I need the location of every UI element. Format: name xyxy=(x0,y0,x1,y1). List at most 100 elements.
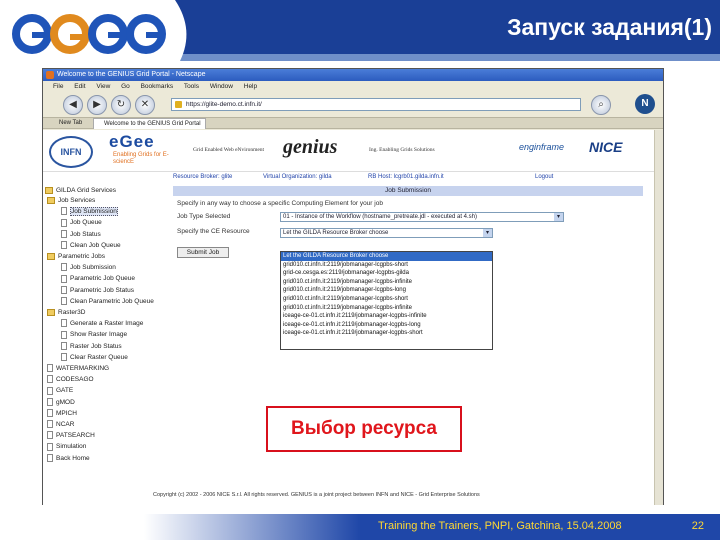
sidebar-item[interactable]: Raster3D xyxy=(47,308,85,318)
document-icon xyxy=(61,263,67,272)
sidebar-item[interactable]: Job Submission xyxy=(61,263,116,273)
sidebar-item[interactable]: Clear Raster Queue xyxy=(61,353,128,363)
footer-text: Training the Trainers, PNPI, Gatchina, 1… xyxy=(378,520,622,532)
sidebar-item[interactable]: NCAR xyxy=(47,420,74,430)
resource-option[interactable]: grid-ce.cesga.es:2119/jobmanager-lcgpbs-… xyxy=(281,269,492,278)
resource-option[interactable]: iceage-ce-01.ct.infn.it:2119/jobmanager-… xyxy=(281,329,492,338)
reload-icon[interactable]: ↻ xyxy=(111,95,131,115)
tab-genius-portal[interactable]: Welcome to the GENIUS Grid Portal xyxy=(93,118,206,129)
back-arrow-icon[interactable]: ◀ xyxy=(63,95,83,115)
job-submission-header: Job Submission xyxy=(173,186,643,196)
forward-arrow-icon[interactable]: ▶ xyxy=(87,95,107,115)
sidebar-item[interactable]: PATSEARCH xyxy=(47,431,95,441)
job-type-select[interactable]: 01 - Instance of the Workflow (hostname_… xyxy=(280,212,564,222)
sidebar-item[interactable]: Parametric Job Status xyxy=(61,285,134,296)
logout-link[interactable]: Logout xyxy=(535,174,553,180)
document-icon xyxy=(47,364,53,373)
enginframe-logo: enginframe xyxy=(519,142,565,152)
sidebar-item[interactable]: Show Raster Image xyxy=(61,330,127,340)
sidebar-item[interactable]: Job Submission xyxy=(61,207,118,217)
sidebar-item[interactable]: Clean Job Queue xyxy=(61,241,121,251)
tab-bar: New Tab Welcome to the GENIUS Grid Porta… xyxy=(43,118,663,129)
sidebar-item[interactable]: MPICH xyxy=(47,409,77,419)
virtual-organization-link[interactable]: Virtual Organization: gilda xyxy=(263,174,332,180)
address-bar[interactable]: https://glite-demo.ct.infn.it/ xyxy=(171,98,581,111)
page-number: 22 xyxy=(691,520,704,532)
lock-icon xyxy=(175,101,182,108)
document-icon xyxy=(61,319,67,328)
resource-option[interactable]: grid010.ct.infn.it:2119/jobmanager-lcgpb… xyxy=(281,286,492,295)
resource-option[interactable]: grid010.ct.infn.it:2119/jobmanager-lcgpb… xyxy=(281,261,492,270)
menu-go[interactable]: Go xyxy=(121,83,130,90)
sidebar-item-label: Job Submission xyxy=(70,207,118,217)
sidebar-item-label: NCAR xyxy=(56,421,75,428)
submit-job-button[interactable]: Submit Job xyxy=(177,247,229,258)
document-icon xyxy=(61,297,67,306)
stop-icon[interactable]: ✕ xyxy=(135,95,155,115)
nice-logo: NICE xyxy=(589,139,623,155)
sidebar-item[interactable]: Back Home xyxy=(47,453,90,464)
sidebar-item-label: Clear Raster Queue xyxy=(70,353,128,361)
sidebar-item-label: Raster Job Status xyxy=(70,342,122,350)
sidebar-item[interactable]: Job Queue xyxy=(61,218,102,228)
chevron-down-icon: ▾ xyxy=(554,213,563,221)
menu-window[interactable]: Window xyxy=(210,83,233,90)
document-icon xyxy=(47,386,53,395)
sidebar-item[interactable]: Clean Parametric Job Queue xyxy=(61,297,154,307)
document-icon xyxy=(61,341,67,350)
resource-option[interactable]: Let the GILDA Resource Broker choose xyxy=(281,252,492,261)
sidebar-item[interactable]: Job Status xyxy=(61,229,101,240)
menu-tools[interactable]: Tools xyxy=(184,83,199,90)
folder-icon xyxy=(47,196,55,204)
portal-top-nav: Resource Broker: glite Virtual Organizat… xyxy=(173,174,653,184)
document-icon xyxy=(61,229,67,238)
rb-host-link[interactable]: RB Host: lcgrb01.gilda.infn.it xyxy=(368,174,444,180)
menu-bookmarks[interactable]: Bookmarks xyxy=(141,83,174,90)
resource-option[interactable]: grid010.ct.infn.it:2119/jobmanager-lcgpb… xyxy=(281,278,492,287)
netscape-logo-button[interactable]: N xyxy=(635,94,655,114)
sidebar-item[interactable]: Job Services xyxy=(47,196,95,206)
menu-view[interactable]: View xyxy=(96,83,110,90)
sidebar-item[interactable]: Parametric Job Queue xyxy=(61,274,135,284)
resource-value: Let the GILDA Resource Broker choose xyxy=(283,230,389,236)
resource-option[interactable]: grid010.ct.infn.it:2119/jobmanager-lcgpb… xyxy=(281,295,492,304)
resource-select[interactable]: Let the GILDA Resource Broker choose ▾ xyxy=(280,228,493,238)
resource-option[interactable]: iceage-ce-01.ct.infn.it:2119/jobmanager-… xyxy=(281,321,492,330)
document-icon xyxy=(47,375,53,384)
sidebar-item[interactable]: Simulation xyxy=(47,442,86,452)
resource-option[interactable]: grid010.ct.infn.it:2119/jobmanager-lcgpb… xyxy=(281,304,492,313)
sidebar-item[interactable]: GATE xyxy=(47,386,73,396)
sidebar-item-label: Show Raster Image xyxy=(70,331,128,339)
menu-edit[interactable]: Edit xyxy=(74,83,85,90)
vertical-scrollbar[interactable] xyxy=(654,130,663,505)
document-icon xyxy=(47,397,53,406)
document-icon xyxy=(47,453,53,462)
menu-help[interactable]: Help xyxy=(244,83,257,90)
genius-logo: genius xyxy=(283,136,338,158)
sidebar-item[interactable]: gMOD xyxy=(47,397,75,408)
sidebar-item-label: gMOD xyxy=(56,398,75,406)
document-icon xyxy=(61,218,67,227)
menu-file[interactable]: File xyxy=(53,83,63,90)
sidebar-item-label: Simulation xyxy=(56,443,87,451)
search-icon[interactable]: ⌕ xyxy=(591,95,611,115)
resource-label: Specify the CE Resource xyxy=(177,228,250,235)
document-icon xyxy=(47,409,53,418)
sidebar-item[interactable]: Raster Job Status xyxy=(61,341,122,352)
sidebar-item[interactable]: CODESAGO xyxy=(47,375,94,385)
sidebar-item-label: Parametric Job Queue xyxy=(70,275,136,283)
document-icon xyxy=(61,353,67,362)
resource-broker-link[interactable]: Resource Broker: glite xyxy=(173,174,232,180)
document-icon xyxy=(47,442,53,451)
document-icon xyxy=(61,241,67,250)
navigation-toolbar: ◀ ▶ ↻ ✕ https://glite-demo.ct.infn.it/ ⌕… xyxy=(43,92,663,118)
resource-dropdown-list[interactable]: Let the GILDA Resource Broker choose grid… xyxy=(280,251,493,350)
form-intro-text: Specify in any way to choose a specific … xyxy=(177,200,383,207)
sidebar-item[interactable]: Generate a Raster Image xyxy=(61,319,143,329)
sidebar-item[interactable]: WATERMARKING xyxy=(47,364,109,374)
tab-new-tab[interactable]: New Tab xyxy=(49,118,86,129)
chevron-down-icon: ▾ xyxy=(483,229,492,237)
sidebar-item[interactable]: Parametric Jobs xyxy=(47,252,105,262)
document-icon xyxy=(61,285,67,294)
resource-option[interactable]: iceage-ce-01.ct.infn.it:2119/jobmanager-… xyxy=(281,312,492,321)
